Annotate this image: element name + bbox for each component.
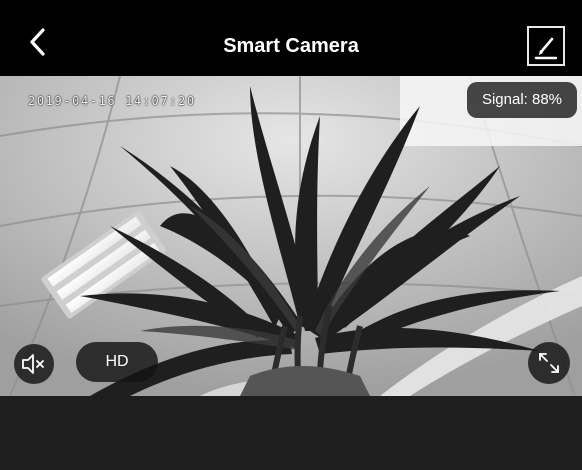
- fullscreen-button[interactable]: [528, 342, 570, 384]
- expand-icon: [539, 353, 559, 373]
- pencil-icon: [534, 37, 558, 60]
- chevron-left-icon: [30, 28, 45, 56]
- mute-toggle-button[interactable]: [14, 344, 54, 384]
- bottom-control-panel: [0, 396, 582, 470]
- video-timestamp: 2019-04-16 14:07:20: [28, 94, 196, 108]
- top-bar: Smart Camera: [0, 0, 582, 76]
- page-title: Smart Camera: [223, 35, 359, 57]
- speaker-muted-icon: [22, 354, 44, 374]
- quality-toggle-button[interactable]: HD: [76, 342, 158, 382]
- signal-badge: Signal: 88%: [467, 82, 577, 118]
- camera-live-view[interactable]: 2019-04-16 14:07:20 Signal: 88% HD: [0, 76, 582, 396]
- smart-camera-screen: Smart Camera 2019-04-16 14:07:20 Signal:…: [0, 0, 582, 470]
- edit-button[interactable]: [527, 26, 565, 66]
- back-button[interactable]: [26, 26, 54, 58]
